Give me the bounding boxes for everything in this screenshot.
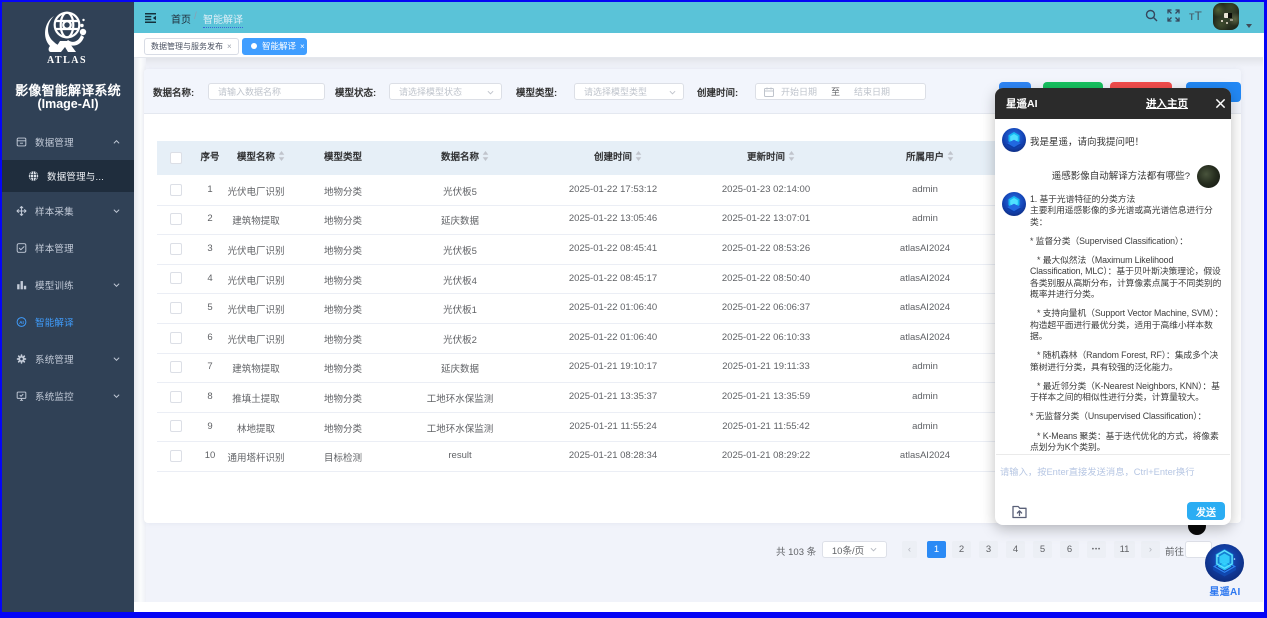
- svg-text:AI: AI: [19, 319, 24, 324]
- svg-text:ATLAS: ATLAS: [47, 55, 87, 66]
